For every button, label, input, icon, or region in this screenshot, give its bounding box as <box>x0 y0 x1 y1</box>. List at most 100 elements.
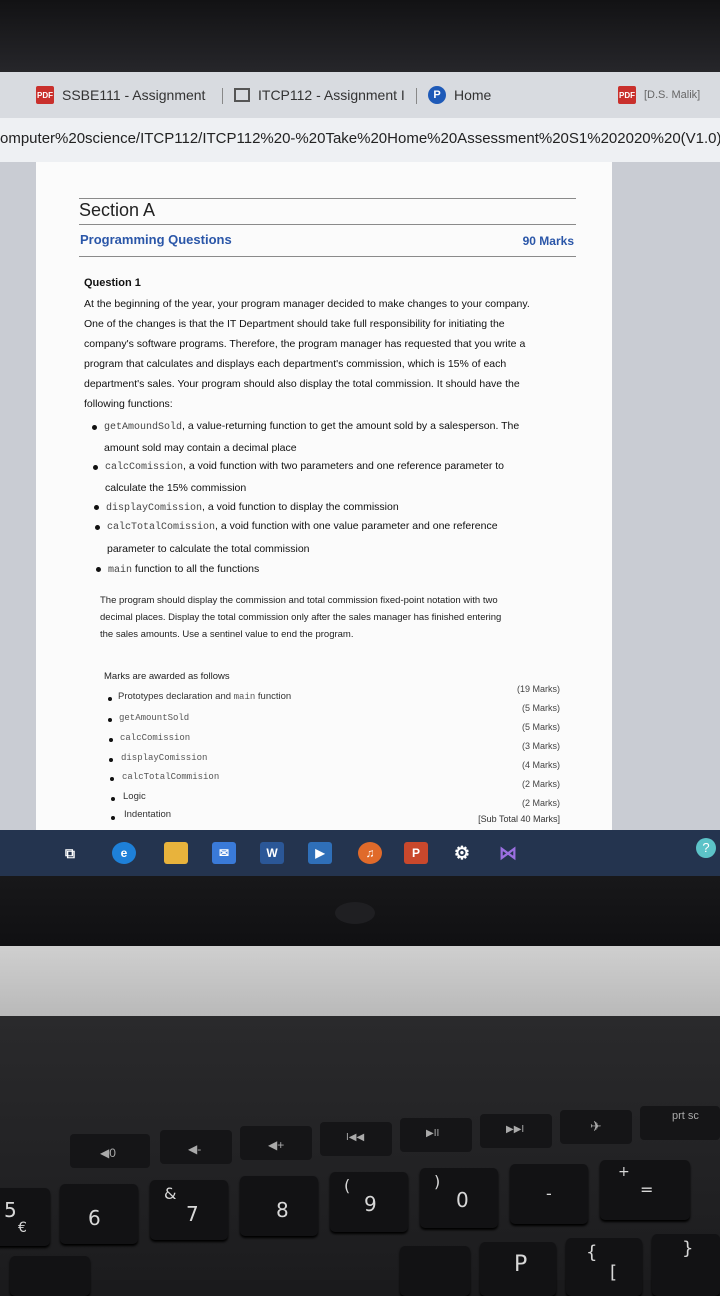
marks-item: Prototypes declaration and main function <box>118 691 292 702</box>
marks-item: Logic <box>123 791 146 802</box>
display-requirements: The program should display the commissio… <box>100 592 570 643</box>
key-f8[interactable]: ▶II <box>400 1118 472 1152</box>
pdf-page: Section A Programming Questions 90 Marks… <box>36 162 612 830</box>
display-line: decimal places. Display the total commis… <box>100 612 502 623</box>
tab-itcp112[interactable]: ITCP112 - Assignment I <box>234 80 405 110</box>
key-f4[interactable]: ◀0 <box>70 1134 150 1168</box>
pdf-viewer: Section A Programming Questions 90 Marks… <box>0 162 720 830</box>
display-line: the sales amounts. Use a sentinel value … <box>100 629 354 640</box>
key-8[interactable]: 8 <box>240 1176 318 1236</box>
url-text[interactable]: omputer%20science/ITCP112/ITCP112%20-%20… <box>0 130 720 147</box>
marks-value: (2 Marks) <box>522 779 560 789</box>
key-p[interactable]: P <box>480 1242 556 1296</box>
page-icon <box>234 88 250 102</box>
marks-value: (3 Marks) <box>522 741 560 751</box>
marks-item: calcTotalCommision <box>122 772 220 782</box>
tab-label: ITCP112 - Assignment I <box>258 87 405 103</box>
key-0[interactable]: ) 0 <box>420 1168 498 1228</box>
powerpoint-icon[interactable]: P <box>404 842 428 864</box>
marks-value: (5 Marks) <box>522 722 560 732</box>
bullet <box>109 758 113 762</box>
marks-value: (19 Marks) <box>516 684 560 694</box>
key-open-bracket[interactable]: {[ <box>566 1238 642 1296</box>
key-letter[interactable] <box>10 1256 90 1296</box>
intro-line: department's sales. Your program should … <box>84 378 520 390</box>
marks-value: (5 Marks) <box>522 703 560 713</box>
bullet <box>111 816 115 820</box>
subtotal-marks: [Sub Total 40 Marks] <box>478 814 560 824</box>
key-f9[interactable]: ▶▶I <box>480 1114 552 1148</box>
intro-line: At the beginning of the year, your progr… <box>84 298 530 310</box>
address-bar[interactable]: omputer%20science/ITCP112/ITCP112%20-%20… <box>0 118 720 163</box>
bullet <box>94 505 99 510</box>
display-line: The program should display the commissio… <box>100 595 498 606</box>
marks-item: getAmountSold <box>119 713 190 723</box>
intro-line: One of the changes is that the IT Depart… <box>84 318 505 330</box>
task-view-icon[interactable]: ⧉ <box>58 842 82 864</box>
function-item-cont: amount sold may contain a decimal place <box>104 442 297 454</box>
key-o[interactable] <box>400 1246 470 1296</box>
key-equals[interactable]: + = <box>600 1160 690 1220</box>
key-close-bracket[interactable]: } <box>652 1234 720 1296</box>
file-explorer-icon[interactable] <box>164 842 188 864</box>
tab-label: SSBE111 - Assignment <box>62 87 206 103</box>
subsection-marks: 90 Marks <box>522 234 574 248</box>
bullet <box>93 465 98 470</box>
groove-music-icon[interactable]: ♫ <box>358 842 382 864</box>
tab-malik[interactable]: PDF [D.S. Malik] <box>618 80 700 110</box>
laptop-hinge <box>0 946 720 1016</box>
top-rule <box>79 198 576 199</box>
key-6[interactable]: 6 <box>60 1184 138 1244</box>
mail-icon[interactable]: ✉ <box>212 842 236 864</box>
tab-label: Home <box>454 87 492 103</box>
function-item: main function to all the functions <box>108 563 260 576</box>
section-rule <box>79 224 576 225</box>
pdf-icon: PDF <box>36 86 54 104</box>
subsection-title: Programming Questions <box>80 232 232 247</box>
keyboard-deck: ◀0 ◀- ◀+ I◀◀ ▶II ▶▶I ✈ prt sc 5 € 6 & 7 8 … <box>0 1016 720 1296</box>
edge-icon[interactable]: e <box>112 842 136 864</box>
home-site-icon: P <box>428 86 446 104</box>
bullet <box>111 797 115 801</box>
tab-home[interactable]: P Home <box>428 80 491 110</box>
key-f5[interactable]: ◀- <box>160 1130 232 1164</box>
key-f6[interactable]: ◀+ <box>240 1126 312 1160</box>
key-f10[interactable]: ✈ <box>560 1110 632 1144</box>
bullet <box>95 525 100 530</box>
settings-icon[interactable]: ⚙ <box>450 842 474 864</box>
media-player-icon[interactable]: ▶ <box>308 842 332 864</box>
marks-item: displayComission <box>121 753 208 763</box>
bullet <box>108 718 112 722</box>
visual-studio-icon[interactable]: ⋈ <box>496 842 520 864</box>
screen-bezel-top <box>0 0 720 72</box>
function-item: calcTotalComission, a void function with… <box>107 520 498 533</box>
intro-line: company's software programs. Therefore, … <box>84 338 526 350</box>
question-title: Question 1 <box>84 277 141 289</box>
word-icon[interactable]: W <box>260 842 284 864</box>
key-minus[interactable]: - <box>510 1164 588 1224</box>
bullet <box>108 697 112 701</box>
function-item: calcComission, a void function with two … <box>105 460 505 473</box>
function-item-cont: calculate the 15% commission <box>105 482 247 494</box>
key-prtsc[interactable]: prt sc <box>640 1106 720 1140</box>
key-f7[interactable]: I◀◀ <box>320 1122 392 1156</box>
bullet <box>110 777 114 781</box>
key-7[interactable]: & 7 <box>150 1180 228 1240</box>
bullet <box>96 567 101 572</box>
intro-line: following functions: <box>84 398 173 410</box>
bullet <box>92 425 97 430</box>
screen-bezel-bottom <box>0 876 720 946</box>
question-intro: At the beginning of the year, your progr… <box>84 294 574 414</box>
help-icon[interactable]: ? <box>696 838 716 858</box>
hp-logo <box>335 902 375 924</box>
browser-tab-bar: PDF SSBE111 - Assignment ITCP112 - Assig… <box>0 72 720 119</box>
subsection-rule <box>79 256 576 257</box>
tab-ssbe111[interactable]: PDF SSBE111 - Assignment <box>36 80 205 110</box>
key-5[interactable]: 5 € <box>0 1188 50 1246</box>
tab-divider <box>416 88 417 104</box>
tab-divider <box>222 88 223 104</box>
marks-heading: Marks are awarded as follows <box>104 671 230 682</box>
marks-item: calcComission <box>120 733 191 743</box>
windows-taskbar: ⧉ e ✉ W ▶ ♫ P ⚙ ⋈ ? <box>0 830 720 876</box>
key-9[interactable]: (9 <box>330 1172 408 1232</box>
